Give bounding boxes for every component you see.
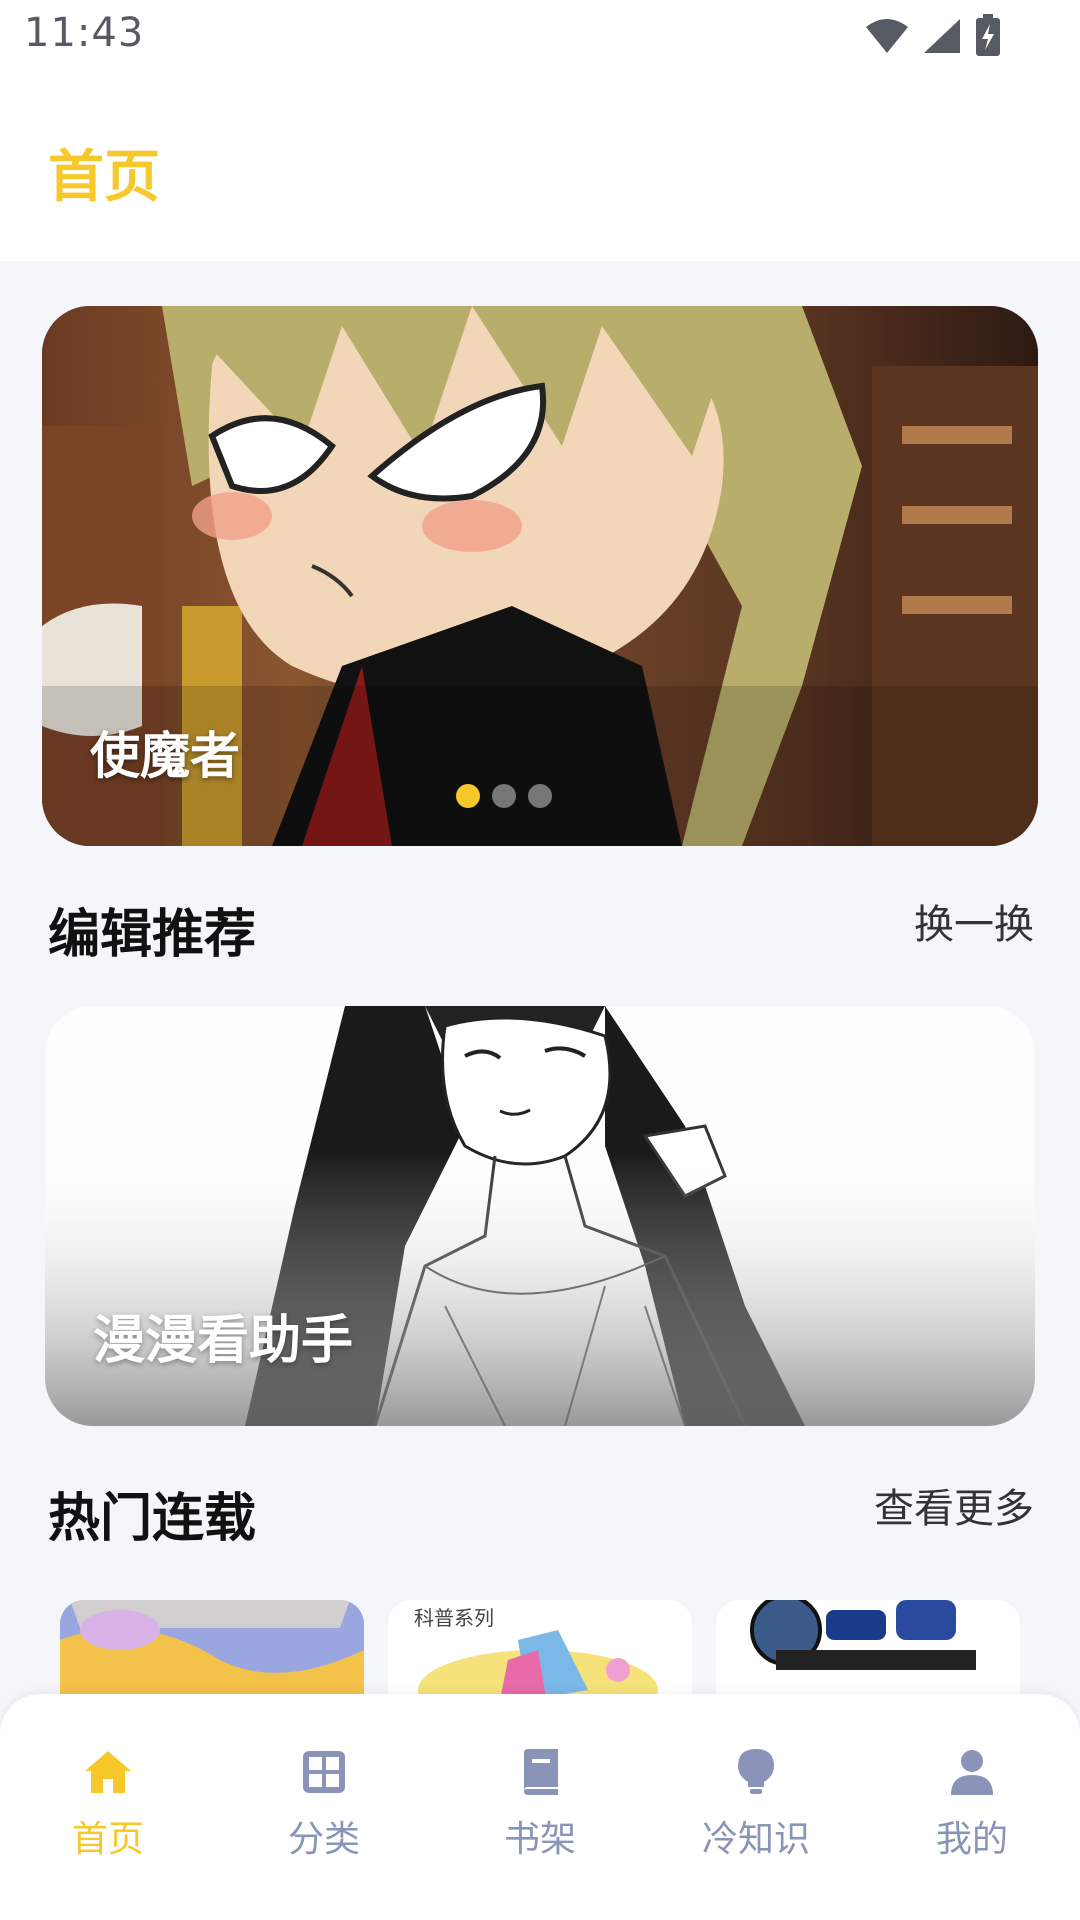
comic-cover-image xyxy=(60,1600,364,1694)
carousel-dot-1[interactable] xyxy=(456,784,480,808)
lightbulb-icon xyxy=(730,1746,782,1798)
hot-comics-list: 科普系列 xyxy=(60,1600,1020,1694)
view-more-button[interactable]: 查看更多 xyxy=(874,1476,1034,1534)
home-icon xyxy=(82,1746,134,1798)
comic-thumbnail[interactable] xyxy=(716,1600,1020,1694)
nav-item-trivia[interactable]: 冷知识 xyxy=(648,1694,864,1920)
editor-pick-card[interactable]: 漫漫看助手 xyxy=(45,1006,1035,1426)
nav-item-bookshelf[interactable]: 书架 xyxy=(432,1694,648,1920)
nav-label-trivia: 冷知识 xyxy=(701,1819,810,1860)
carousel-dot-3[interactable] xyxy=(528,784,552,808)
nav-label-category: 分类 xyxy=(287,1819,360,1860)
nav-label-profile: 我的 xyxy=(935,1819,1008,1860)
status-bar: 11:43 xyxy=(0,0,1080,76)
nav-item-profile[interactable]: 我的 xyxy=(864,1694,1080,1920)
comic-thumbnail[interactable] xyxy=(60,1600,364,1694)
page-title: 首页 xyxy=(48,145,160,210)
comic-thumbnail[interactable]: 科普系列 xyxy=(388,1600,692,1694)
banner-title: 使魔者 xyxy=(90,727,240,785)
cellular-signal-icon xyxy=(924,19,960,53)
nav-label-bookshelf: 书架 xyxy=(503,1819,576,1860)
header: 首页 xyxy=(0,76,1080,261)
carousel-dot-2[interactable] xyxy=(492,784,516,808)
status-icons xyxy=(864,14,1002,58)
comic-caption: 科普系列 xyxy=(414,1606,494,1630)
wifi-icon xyxy=(866,19,908,53)
hot-section-title: 热门连载 xyxy=(48,1489,257,1549)
grid-icon xyxy=(298,1746,350,1798)
book-icon xyxy=(514,1746,566,1798)
nav-item-home[interactable]: 首页 xyxy=(0,1694,216,1920)
bottom-navigation: 首页 分类 书架 冷知识 我的 xyxy=(0,1694,1080,1920)
carousel-indicator[interactable] xyxy=(456,784,552,808)
comic-cover-image xyxy=(716,1600,1020,1694)
nav-label-home: 首页 xyxy=(71,1819,144,1860)
refresh-button[interactable]: 换一换 xyxy=(914,892,1034,950)
editor-section-title: 编辑推荐 xyxy=(48,905,257,965)
status-time: 11:43 xyxy=(24,10,145,56)
editor-card-title: 漫漫看助手 xyxy=(93,1311,354,1371)
banner-carousel[interactable]: 使魔者 xyxy=(42,306,1038,846)
app-screen: 11:43 首页 使魔者 编辑推荐 换一换 漫漫看助手 热门连载 查看更多 科普… xyxy=(0,0,1080,1920)
battery-charging-icon xyxy=(976,14,1000,56)
nav-item-category[interactable]: 分类 xyxy=(216,1694,432,1920)
profile-icon xyxy=(946,1746,998,1798)
